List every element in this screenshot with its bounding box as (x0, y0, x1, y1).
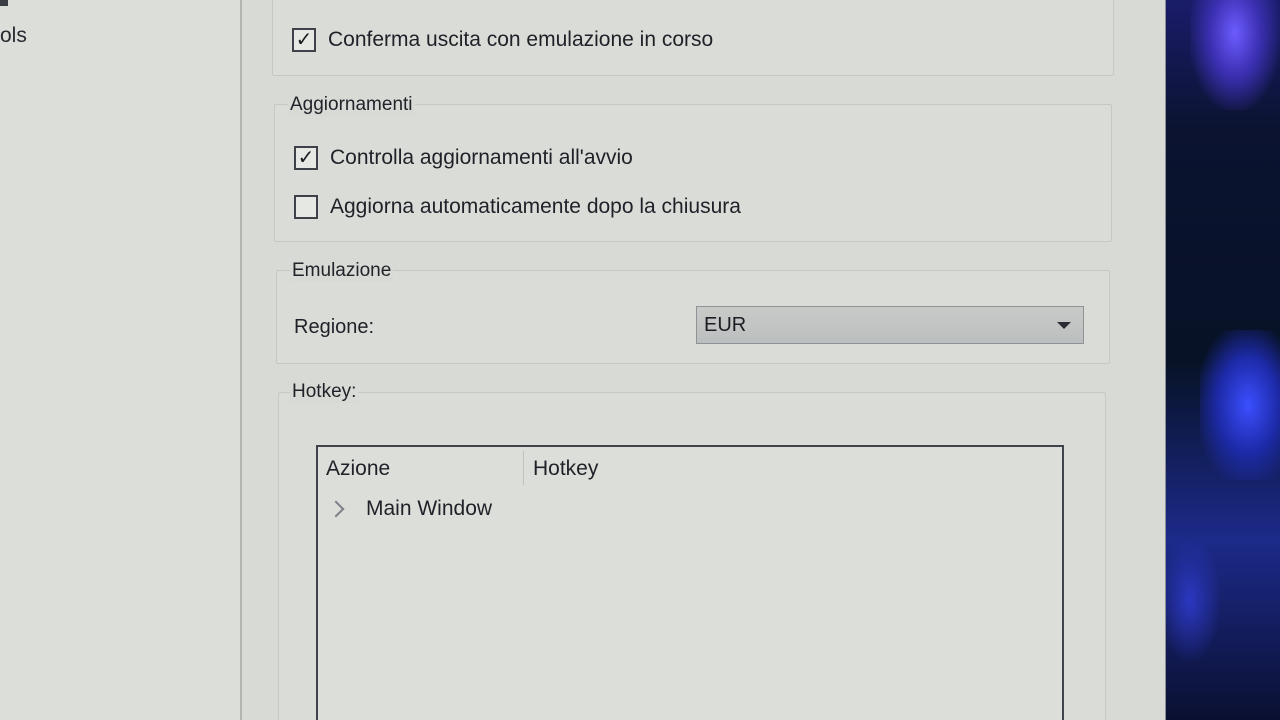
confirm-exit-option[interactable]: ✓ Conferma uscita con emulazione in cors… (292, 28, 713, 52)
column-divider[interactable] (523, 451, 524, 485)
settings-content: ✓ Conferma uscita con emulazione in cors… (244, 0, 1164, 720)
auto-update-label: Aggiorna automaticamente dopo la chiusur… (330, 195, 741, 218)
check-icon: ✓ (295, 29, 313, 51)
check-icon: ✓ (297, 147, 315, 169)
check-updates-option[interactable]: ✓ Controlla aggiornamenti all'avvio (294, 146, 633, 170)
region-label: Regione: (294, 316, 375, 338)
check-updates-checkbox[interactable]: ✓ (294, 146, 318, 170)
auto-update-checkbox[interactable] (294, 195, 318, 219)
confirm-exit-checkbox[interactable]: ✓ (292, 28, 316, 52)
region-dropdown[interactable]: EUR (696, 306, 1084, 344)
expand-chevron-icon[interactable] (327, 500, 345, 518)
dropdown-arrow-icon[interactable] (1057, 322, 1071, 329)
sidebar-icon-fragment (0, 0, 8, 6)
confirm-exit-label: Conferma uscita con emulazione in corso (328, 28, 714, 51)
hotkey-table[interactable]: Azione Hotkey Main Window (316, 445, 1064, 720)
emulation-group-title: Emulazione (290, 260, 394, 282)
hotkey-group-title: Hotkey: (290, 381, 359, 403)
hotkey-table-header: Azione Hotkey (318, 447, 1062, 491)
updates-group-title: Aggiornamenti (288, 94, 415, 116)
settings-sidebar: ols (0, 0, 242, 720)
updates-group (274, 104, 1112, 242)
settings-window: ols ✓ Conferma uscita con emulazione in … (0, 0, 1166, 720)
column-header-azione[interactable]: Azione (326, 457, 390, 481)
table-row[interactable]: Main Window (327, 497, 493, 521)
auto-update-option[interactable]: Aggiorna automaticamente dopo la chiusur… (294, 195, 741, 219)
row-action-label: Main Window (366, 497, 493, 520)
check-updates-label: Controlla aggiornamenti all'avvio (330, 146, 633, 169)
desktop-background (1150, 0, 1280, 720)
background-glow (1200, 330, 1280, 480)
background-glow (1160, 540, 1220, 660)
background-glow (1190, 0, 1280, 110)
region-value: EUR (704, 313, 747, 336)
column-header-hotkey[interactable]: Hotkey (533, 457, 598, 481)
screen: ols ✓ Conferma uscita con emulazione in … (0, 0, 1280, 720)
sidebar-item-tools[interactable]: ols (0, 24, 27, 48)
